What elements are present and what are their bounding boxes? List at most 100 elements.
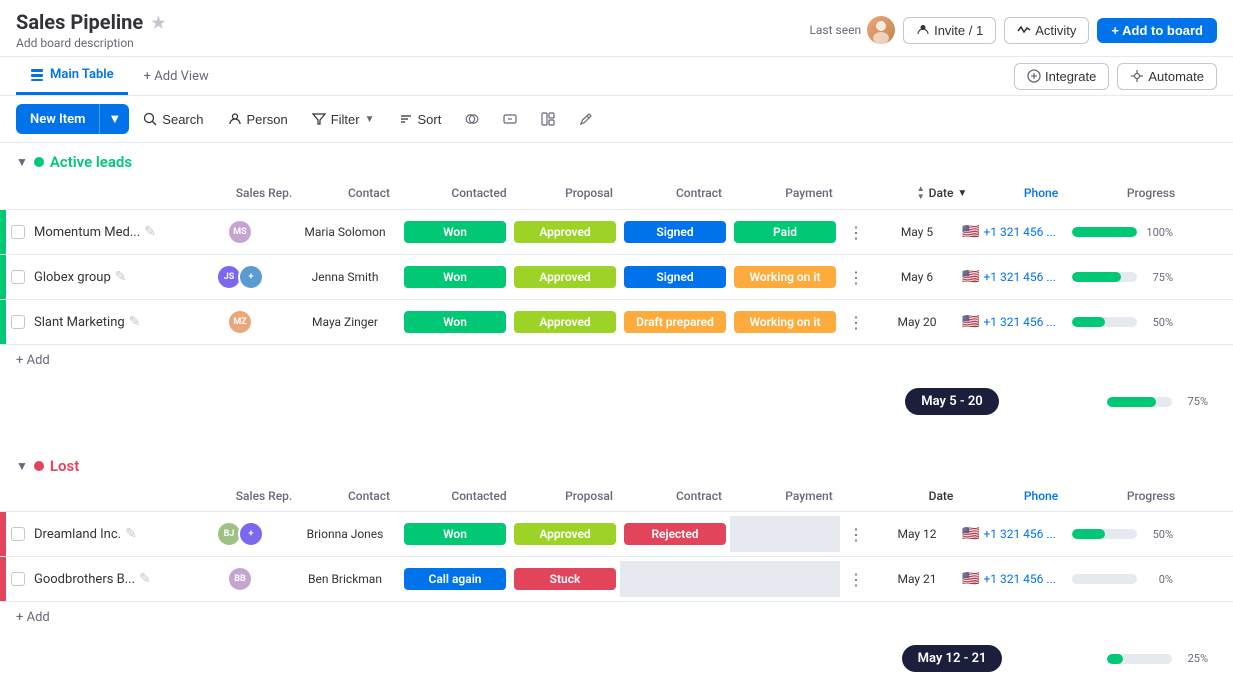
date-value-5: May 21: [897, 572, 936, 586]
group-lost-header[interactable]: ▼ Lost: [0, 447, 1233, 481]
badge-contract-4: Rejected: [624, 523, 726, 545]
phone-value-2[interactable]: +1 321 456 ...: [983, 270, 1055, 284]
cell-phone-2[interactable]: 🇺🇸 +1 321 456 ...: [962, 269, 1072, 285]
cell-contacted-3[interactable]: Won: [400, 307, 510, 337]
cell-phone-1[interactable]: 🇺🇸 +1 321 456 ...: [962, 224, 1072, 240]
cell-phone-3[interactable]: 🇺🇸 +1 321 456 ...: [962, 314, 1072, 330]
tool-btn-1[interactable]: [455, 106, 489, 132]
tab-main-table[interactable]: Main Table: [16, 57, 128, 95]
tool-btn-4[interactable]: [569, 106, 603, 132]
table-icon: [30, 68, 44, 82]
group-active-chevron[interactable]: ▼: [16, 155, 28, 169]
person-button[interactable]: Person: [218, 106, 298, 133]
cell-proposal-3[interactable]: Approved: [510, 307, 620, 337]
cell-dots-2[interactable]: ⋮: [840, 268, 872, 287]
new-item-caret[interactable]: ▼: [99, 104, 129, 134]
avatar-group-5: BB: [227, 566, 253, 592]
cell-dots-3[interactable]: ⋮: [840, 313, 872, 332]
add-to-board-button[interactable]: + Add to board: [1097, 18, 1217, 43]
filter-caret[interactable]: ▼: [365, 114, 375, 125]
cell-dots-1[interactable]: ⋮: [840, 223, 872, 242]
cell-payment-2[interactable]: Working on it: [730, 262, 840, 292]
cell-contacted-1[interactable]: Won: [400, 217, 510, 247]
col-header-date[interactable]: ▲ ▼ Date ▼: [896, 177, 986, 209]
table-row: Momentum Med... ✎ MS Maria Solomon Won A…: [0, 210, 1233, 255]
add-row-lost[interactable]: + Add: [0, 602, 1233, 633]
cell-contacted-2[interactable]: Won: [400, 262, 510, 292]
row-checkbox-2[interactable]: [6, 270, 30, 284]
checkbox-3[interactable]: [11, 315, 25, 329]
group-lost: ▼ Lost Sales Rep. Contact Contacted Prop…: [0, 447, 1233, 680]
col-header-progress-lost: Progress: [1096, 481, 1206, 511]
phone-value-5[interactable]: +1 321 456 ...: [983, 572, 1055, 586]
cell-contract-3[interactable]: Draft prepared: [620, 307, 730, 337]
cell-payment-3[interactable]: Working on it: [730, 307, 840, 337]
group-lost-chevron[interactable]: ▼: [16, 459, 28, 473]
cell-contract-4[interactable]: Rejected: [620, 519, 730, 549]
star-icon[interactable]: ★: [151, 13, 165, 32]
checkbox-1[interactable]: [11, 225, 25, 239]
view-tabs: Main Table + Add View Integrate Automate: [0, 57, 1233, 96]
comment-icon-1[interactable]: ✎: [144, 224, 156, 240]
comment-icon-5[interactable]: ✎: [139, 571, 151, 587]
cell-contacted-5[interactable]: Call again: [400, 564, 510, 594]
progress-bar-wrap-2: [1072, 272, 1137, 282]
invite-button[interactable]: Invite / 1: [903, 17, 996, 44]
phone-value-4[interactable]: +1 321 456 ...: [983, 527, 1055, 541]
add-view-button[interactable]: + Add View: [132, 61, 221, 92]
sort-button[interactable]: Sort: [389, 106, 452, 133]
board-description[interactable]: Add board description: [16, 36, 166, 50]
avatar-group-2: JS +: [216, 264, 264, 290]
col-header-salesrep: Sales Rep.: [214, 178, 314, 208]
cell-dots-5[interactable]: ⋮: [840, 570, 872, 589]
checkbox-4[interactable]: [11, 527, 25, 541]
comment-icon-2[interactable]: ✎: [115, 269, 127, 285]
cell-proposal-2[interactable]: Approved: [510, 262, 620, 292]
contact-name-4: Brionna Jones: [307, 527, 384, 541]
cell-salesrep-5: BB: [190, 562, 290, 596]
cell-contract-1[interactable]: Signed: [620, 217, 730, 247]
filter-button[interactable]: Filter ▼: [302, 106, 385, 133]
cell-proposal-1[interactable]: Approved: [510, 217, 620, 247]
add-row-active[interactable]: + Add: [0, 345, 1233, 376]
activity-button[interactable]: Activity: [1004, 17, 1089, 44]
date-dropdown-icon[interactable]: ▼: [957, 188, 967, 199]
cell-salesrep-4: BJ +: [190, 517, 290, 551]
checkbox-2[interactable]: [11, 270, 25, 284]
badge-contacted-4: Won: [404, 523, 506, 545]
sort-label: Sort: [418, 112, 442, 127]
cell-dots-4[interactable]: ⋮: [840, 525, 872, 544]
comment-icon-4[interactable]: ✎: [125, 526, 137, 542]
date-sort-arrows[interactable]: ▲ ▼: [915, 185, 927, 201]
col-header-name-lost: [54, 488, 214, 504]
tool-btn-3[interactable]: [531, 106, 565, 132]
cell-contacted-4[interactable]: Won: [400, 519, 510, 549]
new-item-button[interactable]: New Item ▼: [16, 104, 129, 134]
cell-phone-4[interactable]: 🇺🇸 +1 321 456 ...: [962, 526, 1072, 542]
integrate-label: Integrate: [1045, 69, 1096, 84]
phone-value-3[interactable]: +1 321 456 ...: [983, 315, 1055, 329]
checkbox-5[interactable]: [11, 572, 25, 586]
search-button[interactable]: Search: [133, 106, 213, 133]
cell-phone-5[interactable]: 🇺🇸 +1 321 456 ...: [962, 571, 1072, 587]
row-name-text-1: Momentum Med...: [34, 225, 140, 240]
row-checkbox-4[interactable]: [6, 527, 30, 541]
integrate-button[interactable]: Integrate: [1014, 63, 1109, 90]
badge-contacted-2: Won: [404, 266, 506, 288]
tool-btn-2[interactable]: [493, 106, 527, 132]
cell-contract-2[interactable]: Signed: [620, 262, 730, 292]
summary-date-badge-active: May 5 - 20: [905, 388, 998, 415]
cell-progress-3: 50%: [1072, 316, 1182, 329]
phone-value-1[interactable]: +1 321 456 ...: [983, 225, 1055, 239]
automate-button[interactable]: Automate: [1117, 63, 1217, 90]
add-view-label: + Add View: [144, 69, 209, 84]
comment-icon-3[interactable]: ✎: [129, 314, 141, 330]
cell-proposal-4[interactable]: Approved: [510, 519, 620, 549]
row-checkbox-5[interactable]: [6, 572, 30, 586]
group-active-header[interactable]: ▼ Active leads: [0, 143, 1233, 177]
row-checkbox-3[interactable]: [6, 315, 30, 329]
cell-payment-1[interactable]: Paid: [730, 217, 840, 247]
cell-proposal-5[interactable]: Stuck: [510, 564, 620, 594]
row-checkbox-1[interactable]: [6, 225, 30, 239]
row-name-text-4: Dreamland Inc.: [34, 527, 121, 542]
